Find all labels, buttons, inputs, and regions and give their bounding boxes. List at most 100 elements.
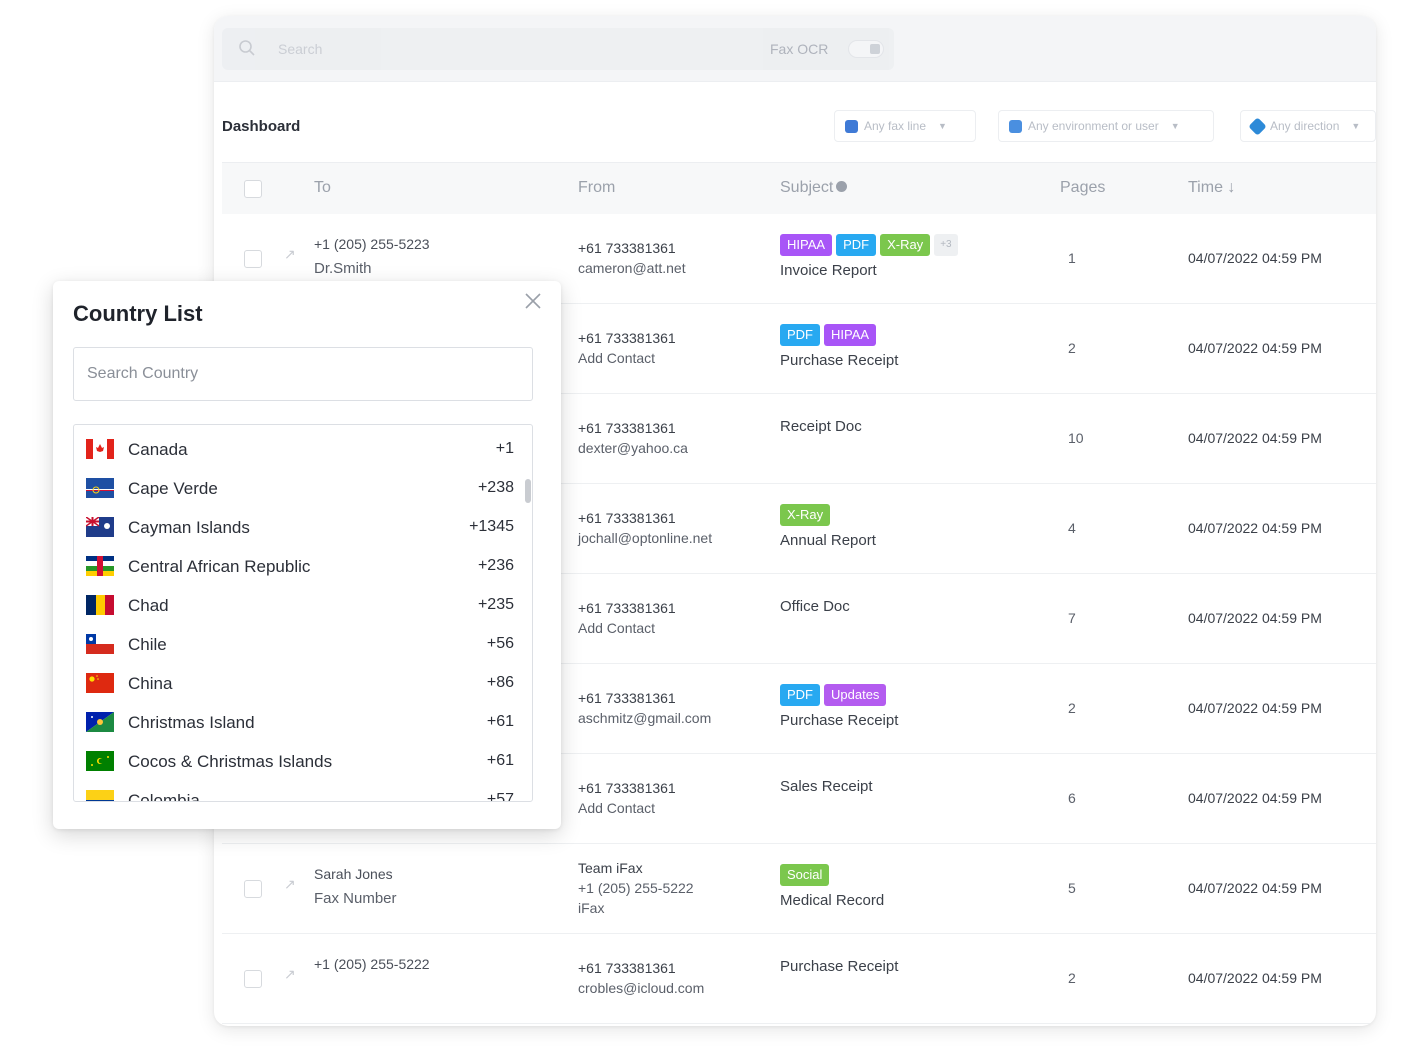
country-item[interactable]: Canada +1 (74, 431, 520, 469)
tag-badge[interactable]: HIPAA (780, 234, 833, 256)
sender-number: +61 733381361 (578, 600, 676, 616)
sender-number: +61 733381361 (578, 690, 676, 706)
tag-list: HIPAA PDF X-Ray +3 (780, 234, 958, 256)
flag-cocos-islands-icon (86, 751, 114, 771)
country-item[interactable]: Cayman Islands +1345 (74, 509, 520, 547)
country-dial-code: +1 (495, 440, 514, 457)
tag-badge[interactable]: PDF (780, 324, 820, 346)
row-checkbox[interactable] (244, 880, 262, 898)
sender-detail: dexter@yahoo.ca (578, 440, 688, 456)
page-count: 4 (1068, 520, 1076, 536)
printer-icon (845, 119, 858, 133)
page-count: 1 (1068, 250, 1076, 266)
tag-list: Social (780, 864, 830, 886)
subject-text: Receipt Doc (780, 418, 862, 435)
country-item[interactable]: Cape Verde +238 (74, 470, 520, 508)
country-search-input[interactable] (73, 347, 533, 401)
country-item[interactable]: China +86 (74, 665, 520, 703)
country-dial-code: +57 (486, 791, 514, 802)
country-item[interactable]: Colombia +57 (74, 782, 520, 802)
subject-text: Purchase Receipt (780, 958, 899, 975)
direction-icon (1248, 116, 1267, 136)
sender-extra: iFax (578, 900, 605, 916)
timestamp: 04/07/2022 04:59 PM (1188, 520, 1322, 536)
country-item[interactable]: Christmas Island +61 (74, 704, 520, 742)
column-pages[interactable]: Pages (1060, 179, 1105, 197)
country-dial-code: +236 (477, 557, 514, 574)
country-name: Cayman Islands (128, 518, 250, 537)
country-list-scrollbar[interactable] (524, 429, 532, 799)
row-checkbox[interactable] (244, 250, 262, 268)
table-row[interactable]: ↗ +1 (205) 255-5222 +61 733381361 crobles@i… (222, 934, 1376, 1024)
sender-detail[interactable]: Add Contact (578, 620, 655, 636)
page-count: 7 (1068, 610, 1076, 626)
tag-list: X-Ray (780, 504, 831, 526)
row-checkbox[interactable] (244, 970, 262, 988)
chevron-down-icon: ▼ (938, 121, 947, 131)
page-count: 6 (1068, 790, 1076, 806)
flag-central-african-republic-icon (86, 556, 114, 576)
country-name: Colombia (128, 791, 200, 802)
page-count: 2 (1068, 700, 1076, 716)
tag-badge[interactable]: PDF (836, 234, 877, 256)
search-bar[interactable]: Search Fax OCR (222, 28, 894, 70)
country-name: Chad (128, 596, 169, 615)
tag-badge[interactable]: PDF (780, 684, 820, 706)
sender-number: +61 733381361 (578, 330, 676, 346)
tag-badge[interactable]: Updates (824, 684, 887, 706)
direction-filter-label: Any direction (1270, 119, 1340, 133)
select-all-checkbox[interactable] (244, 180, 262, 198)
country-name: Cocos & Christmas Islands (128, 752, 333, 771)
more-tags-badge[interactable]: +3 (934, 234, 958, 256)
toggle-knob (870, 44, 880, 54)
environment-filter-label: Any environment or user (1028, 119, 1159, 133)
country-item[interactable]: Central African Republic +236 (74, 548, 520, 586)
timestamp: 04/07/2022 04:59 PM (1188, 880, 1322, 896)
chevron-down-icon: ▼ (1351, 121, 1361, 131)
sender-detail[interactable]: Add Contact (578, 350, 655, 366)
page-count: 5 (1068, 880, 1076, 896)
flag-christmas-island-icon (86, 712, 114, 732)
fax-ocr-toggle[interactable] (848, 40, 884, 58)
scroll-thumb[interactable] (525, 479, 531, 503)
country-item[interactable]: Chad +235 (74, 587, 520, 625)
fax-line-filter[interactable]: Any fax line ▼ (834, 110, 976, 142)
tag-list: PDF HIPAA (780, 324, 877, 346)
column-to[interactable]: To (314, 179, 331, 197)
country-list-dialog: Country List Canada +1 Cape Verde +238 Cayma… (53, 281, 561, 829)
table-row[interactable]: ↗ Sarah Jones Fax Number Team iFax +1 (205) … (222, 844, 1376, 934)
column-subject[interactable]: Subject (780, 179, 848, 197)
subject-text: Invoice Report (780, 262, 877, 279)
country-item[interactable]: Cocos & Christmas Islands +61 (74, 743, 520, 781)
flag-china-icon (86, 673, 114, 693)
subject-text: Sales Receipt (780, 778, 873, 795)
country-dial-code: +238 (477, 479, 514, 496)
fax-ocr-label: Fax OCR (770, 41, 829, 57)
flag-chad-icon (86, 595, 114, 615)
page-title: Dashboard (222, 118, 301, 135)
country-item[interactable]: Chile +56 (74, 626, 520, 664)
table-header: To From Subject Pages Time ↓ (222, 162, 1376, 214)
info-icon (836, 181, 848, 192)
column-from[interactable]: From (578, 179, 615, 197)
sender-detail: +1 (205) 255-5222 (578, 880, 694, 896)
country-name: Chile (128, 635, 167, 654)
column-time[interactable]: Time ↓ (1188, 179, 1235, 197)
tag-badge[interactable]: HIPAA (824, 324, 877, 346)
tag-badge[interactable]: X-Ray (880, 234, 931, 256)
sender-detail[interactable]: Add Contact (578, 800, 655, 816)
environment-filter[interactable]: Any environment or user ▼ (998, 110, 1214, 142)
tag-badge[interactable]: Social (780, 864, 830, 886)
country-dial-code: +235 (477, 596, 514, 613)
sender-detail: cameron@att.net (578, 260, 686, 276)
tag-badge[interactable]: X-Ray (780, 504, 831, 526)
timestamp: 04/07/2022 04:59 PM (1188, 610, 1322, 626)
recipient-primary: +1 (205) 255-5222 (314, 956, 430, 972)
country-name: Christmas Island (128, 713, 255, 732)
direction-filter[interactable]: Any direction ▼ (1240, 110, 1376, 142)
sender-detail: jochall@optonline.net (578, 530, 713, 546)
subject-text: Annual Report (780, 532, 876, 549)
sender-number: Team iFax (578, 860, 643, 876)
country-dial-code: +56 (486, 635, 514, 652)
close-icon[interactable] (521, 289, 545, 313)
